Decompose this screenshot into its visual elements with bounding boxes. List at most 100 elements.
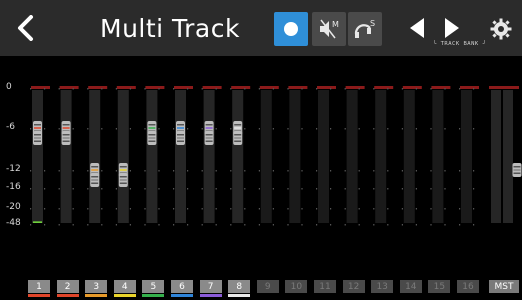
fader-ghost[interactable]: [33, 131, 42, 145]
scale-tick: [401, 208, 403, 210]
track-select-11[interactable]: 11: [314, 280, 336, 293]
scale-tick: [344, 128, 346, 130]
peak-marker: [317, 86, 336, 89]
track-select-7[interactable]: 7: [199, 280, 222, 293]
scale-tick: [373, 208, 375, 210]
track-color-bar: [113, 294, 136, 297]
track-select-1[interactable]: 1: [28, 280, 50, 293]
fader-ghost[interactable]: [90, 173, 100, 187]
fader-ghost[interactable]: [118, 173, 128, 187]
scale-tick: [115, 128, 117, 130]
bank-prev-button[interactable]: [405, 16, 429, 40]
scale-tick: [129, 224, 131, 226]
scale-tick: [30, 224, 32, 226]
track-select-8[interactable]: 8: [228, 280, 251, 293]
fader-ghost[interactable]: [233, 131, 243, 145]
scale-tick: [215, 170, 217, 172]
mute-button[interactable]: M: [312, 12, 346, 46]
scale-tick: [87, 188, 89, 190]
scale-tick: [187, 188, 189, 190]
level-fill: [33, 221, 42, 223]
bank-label-text: TRACK BANK: [440, 41, 479, 47]
svg-text:S: S: [370, 19, 375, 28]
scale-tick: [415, 188, 417, 190]
track-select-6[interactable]: 6: [171, 280, 193, 293]
scale-tick: [330, 208, 332, 210]
fader-ghost[interactable]: [204, 131, 214, 145]
scale-tick: [415, 224, 417, 226]
scale-tick: [144, 208, 146, 210]
track-select-12[interactable]: 12: [342, 280, 365, 293]
track-select-15[interactable]: 15: [428, 280, 451, 293]
track-select-5[interactable]: 5: [142, 280, 165, 293]
solo-button[interactable]: S: [348, 12, 382, 46]
scale-tick: [87, 128, 89, 130]
scale-tick: [473, 208, 475, 210]
scale-tick: [129, 88, 131, 90]
scale-tick: [387, 188, 389, 190]
scale-tick: [373, 170, 375, 172]
header-bar: Multi Track M S └ TRACK BANK ┘: [0, 0, 522, 56]
track-select-13[interactable]: 13: [371, 280, 394, 293]
track-select-9[interactable]: 9: [256, 280, 279, 293]
scale-tick: [358, 170, 360, 172]
scale-tick: [459, 128, 461, 130]
scale-label: -48: [6, 218, 21, 228]
master-select[interactable]: MST: [489, 280, 519, 293]
scale-tick: [44, 88, 46, 90]
scale-tick: [187, 170, 189, 172]
scale-tick: [58, 170, 60, 172]
fader-ghost[interactable]: [61, 131, 71, 145]
scale-tick: [30, 170, 32, 172]
scale-tick: [173, 224, 175, 226]
track-select-14[interactable]: 14: [399, 280, 422, 293]
settings-button[interactable]: [488, 16, 514, 42]
scale-tick: [272, 88, 274, 90]
back-button[interactable]: [10, 12, 42, 44]
scale-tick: [358, 128, 360, 130]
fader-ghost[interactable]: [176, 131, 185, 145]
scale-tick: [244, 208, 246, 210]
peak-marker: [460, 86, 479, 89]
scale-tick: [158, 170, 160, 172]
scale-tick: [87, 224, 89, 226]
scale-tick: [72, 128, 74, 130]
chevron-left-icon: [18, 15, 33, 41]
triangle-left-icon: [410, 18, 424, 38]
meter-track: [432, 90, 444, 223]
scale-tick: [330, 170, 332, 172]
track-select-4[interactable]: 4: [113, 280, 136, 293]
peak-marker: [31, 86, 50, 89]
track-color-bar: [171, 294, 193, 297]
scale-tick: [58, 88, 60, 90]
record-button[interactable]: [274, 12, 308, 46]
scale-tick: [258, 208, 260, 210]
scale-tick: [444, 128, 446, 130]
peak-marker: [402, 86, 422, 89]
scale-tick: [215, 88, 217, 90]
scale-tick: [258, 170, 260, 172]
scale-tick: [115, 188, 117, 190]
track-select-10[interactable]: 10: [285, 280, 308, 293]
master-fader[interactable]: [512, 163, 522, 177]
scale-tick: [358, 88, 360, 90]
scale-tick: [301, 224, 303, 226]
track-select-3[interactable]: 3: [85, 280, 108, 293]
meter-track: [318, 90, 329, 223]
track-select-2[interactable]: 2: [56, 280, 79, 293]
scale-tick: [187, 224, 189, 226]
scale-tick: [473, 188, 475, 190]
scale-tick: [44, 170, 46, 172]
bank-next-button[interactable]: [440, 16, 464, 40]
scale-tick: [473, 170, 475, 172]
scale-tick: [316, 188, 318, 190]
scale-tick: [301, 128, 303, 130]
scale-tick: [444, 170, 446, 172]
scale-tick: [287, 88, 289, 90]
fader-ghost[interactable]: [147, 131, 157, 145]
scale-tick: [444, 188, 446, 190]
meter-track: [461, 90, 472, 223]
track-color-bar: [85, 294, 108, 297]
meter-track: [32, 90, 43, 223]
track-select-16[interactable]: 16: [457, 280, 479, 293]
